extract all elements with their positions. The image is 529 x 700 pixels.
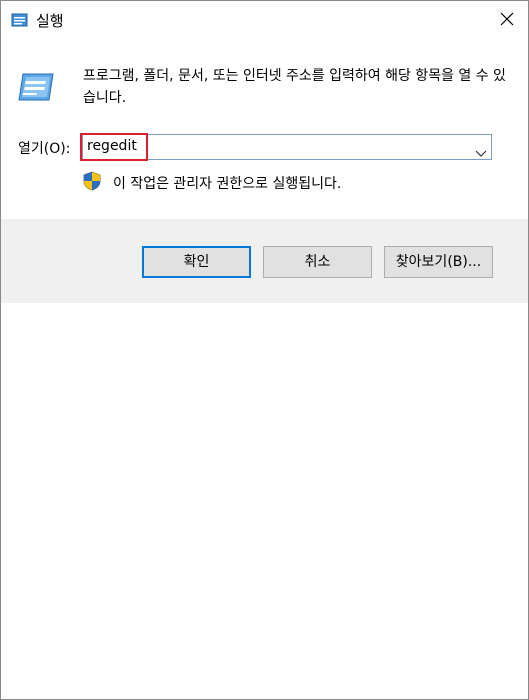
button-bar: 확인 취소 찾아보기(B)... — [1, 219, 528, 303]
open-input[interactable]: regedit — [87, 138, 137, 154]
uac-shield-icon — [83, 171, 101, 191]
dialog-description: 프로그램, 폴더, 문서, 또는 인터넷 주소를 입력하여 해당 항목을 열 수… — [83, 68, 506, 106]
run-dialog-icon — [17, 71, 55, 103]
close-icon — [500, 12, 514, 26]
window-title: 실행 — [36, 12, 64, 30]
run-dialog: 실행 프로그램, 폴더, 문서, 또는 인터넷 주소를 입력하여 해당 항목을 … — [0, 0, 529, 700]
cancel-button[interactable]: 취소 — [263, 246, 372, 278]
admin-note: 이 작업은 관리자 권한으로 실행됩니다. — [113, 176, 342, 192]
run-dialog-icon — [11, 12, 28, 27]
open-label: 열기(O): — [18, 141, 71, 157]
browse-button[interactable]: 찾아보기(B)... — [384, 246, 493, 278]
open-combobox[interactable]: regedit — [82, 134, 492, 160]
ok-button[interactable]: 확인 — [142, 246, 251, 278]
title-bar[interactable]: 실행 — [1, 1, 528, 39]
chevron-down-icon[interactable] — [475, 143, 487, 157]
close-button[interactable] — [492, 4, 522, 34]
